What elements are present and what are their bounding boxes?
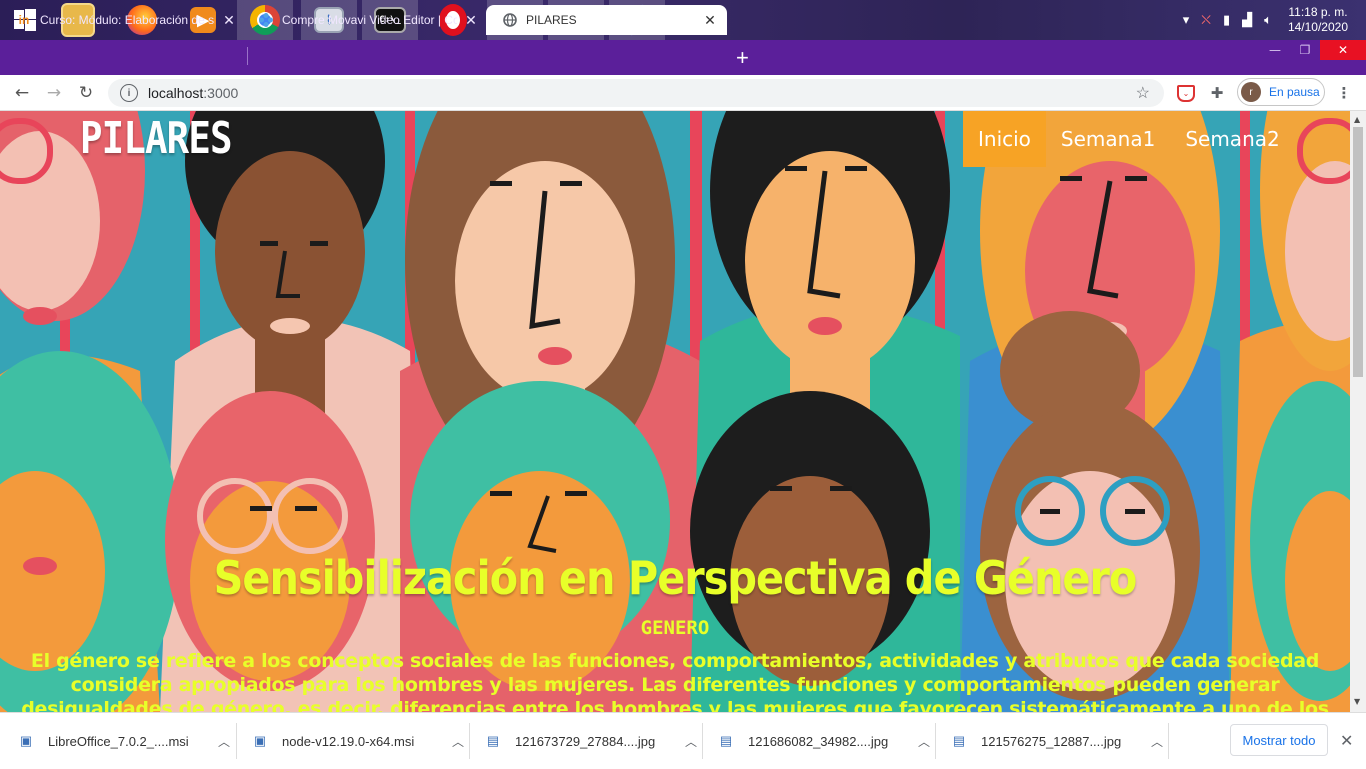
- installer-icon: ▣: [19, 733, 33, 748]
- avatar: r: [1241, 82, 1261, 102]
- browser-toolbar: ← → ↻ i localhost:3000 ☆ ⌄ ✚ r En pausa …: [0, 75, 1366, 111]
- chevron-up-icon[interactable]: ︿: [452, 733, 464, 750]
- profile-status: En pausa: [1269, 85, 1320, 99]
- signal-icon[interactable]: ▟: [1242, 12, 1252, 28]
- maximize-icon[interactable]: ❐: [1290, 40, 1320, 60]
- chevron-up-icon[interactable]: ︿: [918, 733, 930, 750]
- download-filename: 121686082_34982....jpg: [748, 733, 889, 749]
- image-file-icon: ▤: [486, 733, 500, 748]
- close-icon[interactable]: ✕: [463, 12, 479, 29]
- bookmark-star-icon[interactable]: ☆: [1136, 83, 1150, 103]
- new-tab-button[interactable]: +: [736, 45, 749, 71]
- network-disconnected-icon[interactable]: ⛌: [1201, 12, 1211, 28]
- browser-tab-strip: [0, 40, 1366, 75]
- menu-kebab-icon[interactable]: ⋮: [1334, 83, 1354, 103]
- webpage-viewport: PILARES Inicio Semana1 Semana2 Sensibili…: [0, 111, 1350, 712]
- tab-favicon: in: [18, 13, 30, 27]
- close-icon[interactable]: ✕: [702, 12, 718, 29]
- profile-button[interactable]: r En pausa: [1237, 78, 1325, 106]
- tab-title: Curso: Módulo: Elaboración de si: [40, 13, 215, 27]
- download-item[interactable]: ▣ LibreOffice_7.0.2_....msi ︿: [0, 713, 230, 769]
- scrollbar-thumb[interactable]: [1353, 127, 1363, 377]
- download-item[interactable]: ▤ 121673729_27884....jpg ︿: [467, 713, 697, 769]
- tab-pilares[interactable]: PILARES ✕: [486, 5, 727, 35]
- chevron-up-icon[interactable]: ︿: [685, 733, 697, 750]
- hero-subtitle: GENERO: [640, 617, 710, 639]
- hero-title: Sensibilización en Perspectiva de Género: [213, 551, 1138, 605]
- site-nav: Inicio Semana1 Semana2: [963, 111, 1295, 167]
- nav-item-semana1[interactable]: Semana1: [1046, 111, 1170, 167]
- minimize-icon[interactable]: —: [1260, 40, 1290, 60]
- tab-movavi[interactable]: Compre Movavi Video Editor | Co ✕: [242, 5, 484, 35]
- scroll-up-icon[interactable]: ▲: [1354, 115, 1360, 124]
- nav-item-inicio[interactable]: Inicio: [963, 111, 1046, 167]
- extensions-puzzle-icon[interactable]: ✚: [1207, 83, 1227, 103]
- download-filename: 121576275_12887....jpg: [981, 733, 1122, 749]
- site-logo[interactable]: PILARES: [80, 113, 233, 164]
- system-clock[interactable]: 11:18 p. m. 14/10/2020: [1288, 5, 1348, 35]
- window-controls: — ❐ ✕: [1260, 40, 1366, 60]
- download-item[interactable]: ▣ node-v12.19.0-x64.msi ︿: [234, 713, 464, 769]
- address-bar[interactable]: i localhost:3000 ☆: [108, 79, 1164, 107]
- show-all-downloads-button[interactable]: Mostrar todo: [1230, 724, 1328, 756]
- site-info-icon[interactable]: i: [120, 84, 138, 102]
- download-filename: LibreOffice_7.0.2_....msi: [48, 733, 189, 749]
- forward-arrow-icon[interactable]: →: [42, 81, 66, 105]
- installer-icon: ▣: [253, 733, 267, 748]
- clock-time: 11:18 p. m.: [1288, 5, 1348, 19]
- close-icon[interactable]: ✕: [221, 12, 237, 29]
- page-scrollbar[interactable]: ▲ ▼: [1350, 111, 1366, 712]
- download-item[interactable]: ▤ 121576275_12887....jpg ︿: [933, 713, 1163, 769]
- pocket-extension-icon[interactable]: ⌄: [1176, 83, 1196, 103]
- url-host: localhost: [148, 85, 204, 101]
- download-filename: node-v12.19.0-x64.msi: [282, 733, 415, 749]
- battery-icon[interactable]: ▮: [1223, 12, 1230, 28]
- downloads-bar: ▣ LibreOffice_7.0.2_....msi ︿ ▣ node-v12…: [0, 712, 1366, 769]
- clock-date: 14/10/2020: [1287, 20, 1348, 34]
- hero-paragraph: El género se refiere a los conceptos soc…: [21, 650, 1329, 712]
- download-separator: [1168, 723, 1169, 759]
- download-filename: 121673729_27884....jpg: [515, 733, 656, 749]
- movavi-icon: [258, 12, 274, 28]
- chevron-up-icon[interactable]: ︿: [218, 733, 230, 750]
- window-close-icon[interactable]: ✕: [1320, 40, 1366, 60]
- chevron-up-icon[interactable]: ▾: [1183, 12, 1190, 28]
- image-file-icon: ▤: [719, 733, 733, 748]
- system-tray: ▾ ⛌ ▮ ▟ 🔈︎ 11:18 p. m. 14/10/2020: [1177, 0, 1366, 40]
- tab-title: PILARES: [526, 13, 577, 27]
- url-port: :3000: [203, 85, 239, 101]
- close-icon[interactable]: ✕: [1340, 731, 1353, 750]
- tab-title: Compre Movavi Video Editor | Co: [282, 13, 457, 27]
- scroll-down-icon[interactable]: ▼: [1354, 697, 1360, 706]
- image-file-icon: ▤: [952, 733, 966, 748]
- back-arrow-icon[interactable]: ←: [10, 81, 34, 105]
- tab-separator: [247, 47, 248, 65]
- globe-icon: [502, 12, 518, 28]
- nav-item-semana2[interactable]: Semana2: [1170, 111, 1294, 167]
- volume-icon[interactable]: 🔈︎: [1264, 12, 1272, 28]
- download-item[interactable]: ▤ 121686082_34982....jpg ︿: [700, 713, 930, 769]
- tab-curso[interactable]: in Curso: Módulo: Elaboración de si ✕: [0, 5, 242, 35]
- reload-icon[interactable]: ↻: [74, 81, 98, 105]
- chevron-up-icon[interactable]: ︿: [1151, 733, 1163, 750]
